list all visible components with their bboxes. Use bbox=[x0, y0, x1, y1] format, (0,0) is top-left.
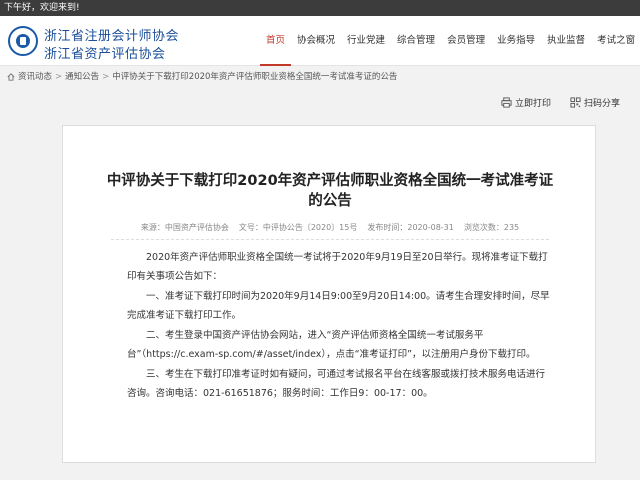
article-paragraph: 2020年资产评估师职业资格全国统一考试将于2020年9月19日至20日举行。现… bbox=[127, 252, 548, 282]
nav-party[interactable]: 行业党建 bbox=[341, 16, 391, 66]
nav-admin[interactable]: 综合管理 bbox=[391, 16, 441, 66]
org-name-cpa[interactable]: 浙江省注册会计师协会 bbox=[44, 25, 179, 44]
breadcrumb-separator: > bbox=[55, 72, 63, 82]
article-title: 中评协关于下载打印2020年资产评估师职业资格全国统一考试准考证的公告 bbox=[106, 173, 554, 209]
nav-exams[interactable]: 考试之窗 bbox=[591, 16, 640, 66]
print-label: 立即打印 bbox=[515, 99, 552, 109]
article-card: 中评协关于下载打印2020年资产评估师职业资格全国统一考试准考证的公告 来源：中… bbox=[62, 125, 596, 463]
breadcrumb-current: 中评协关于下载打印2020年资产评估师职业资格全国统一考试准考证的公告 bbox=[112, 72, 398, 82]
article-doc-number: 文号：中评协公告〔2020〕15号 bbox=[238, 223, 358, 232]
main-nav: 首页 协会概况 行业党建 综合管理 会员管理 业务指导 执业监督 考试之窗 bbox=[260, 16, 640, 66]
association-seal-icon[interactable] bbox=[8, 26, 38, 56]
nav-guidance[interactable]: 业务指导 bbox=[491, 16, 541, 66]
org-name-appraisal[interactable]: 浙江省资产评估协会 bbox=[44, 43, 166, 62]
article-source: 来源：中国资产评估协会 bbox=[140, 223, 229, 232]
divider bbox=[111, 239, 549, 240]
article-meta: 来源：中国资产评估协会 文号：中评协公告〔2020〕15号 发布时间：2020-08… bbox=[63, 222, 597, 233]
article-view-count: 浏览次数：235 bbox=[463, 223, 520, 232]
breadcrumb-notices[interactable]: 通知公告 bbox=[65, 72, 99, 82]
breadcrumb-news[interactable]: 资讯动态 bbox=[18, 72, 52, 82]
nav-supervision[interactable]: 执业监督 bbox=[541, 16, 591, 66]
nav-members[interactable]: 会员管理 bbox=[441, 16, 491, 66]
breadcrumb-separator: > bbox=[102, 72, 110, 82]
greeting-text: 下午好，欢迎来到! bbox=[4, 3, 80, 13]
breadcrumb: 资讯动态 > 通知公告 > 中评协关于下载打印2020年资产评估师职业资格全国统一考试准… bbox=[0, 67, 640, 87]
article-paragraph: 一、准考证下载打印时间为2020年9月14日9:00至9月20日14:00。请考… bbox=[127, 291, 550, 321]
qr-code-icon bbox=[570, 97, 581, 108]
article-paragraph: 二、考生登录中国资产评估协会网站，进入“资产评估师资格全国统一考试服务平台”（h… bbox=[127, 330, 536, 360]
share-label: 扫码分享 bbox=[584, 99, 621, 109]
print-button[interactable]: 立即打印 bbox=[501, 96, 551, 109]
top-greeting-bar: 下午好，欢迎来到! bbox=[0, 0, 640, 16]
article-publish-time: 发布时间：2020-08-31 bbox=[367, 223, 454, 232]
nav-about[interactable]: 协会概况 bbox=[291, 16, 341, 66]
nav-home[interactable]: 首页 bbox=[260, 16, 292, 66]
qr-share-button[interactable]: 扫码分享 bbox=[570, 96, 620, 109]
site-header: 浙江省注册会计师协会 浙江省资产评估协会 首页 协会概况 行业党建 综合管理 会… bbox=[0, 16, 640, 66]
printer-icon bbox=[501, 97, 512, 108]
home-icon[interactable] bbox=[7, 73, 15, 81]
article-body: 2020年资产评估师职业资格全国统一考试将于2020年9月19日至20日举行。现… bbox=[127, 249, 553, 405]
article-paragraph: 三、考生在下载打印准考证时如有疑问，可通过考试报名平台在线客服或拨打技术服务电话… bbox=[127, 369, 546, 399]
